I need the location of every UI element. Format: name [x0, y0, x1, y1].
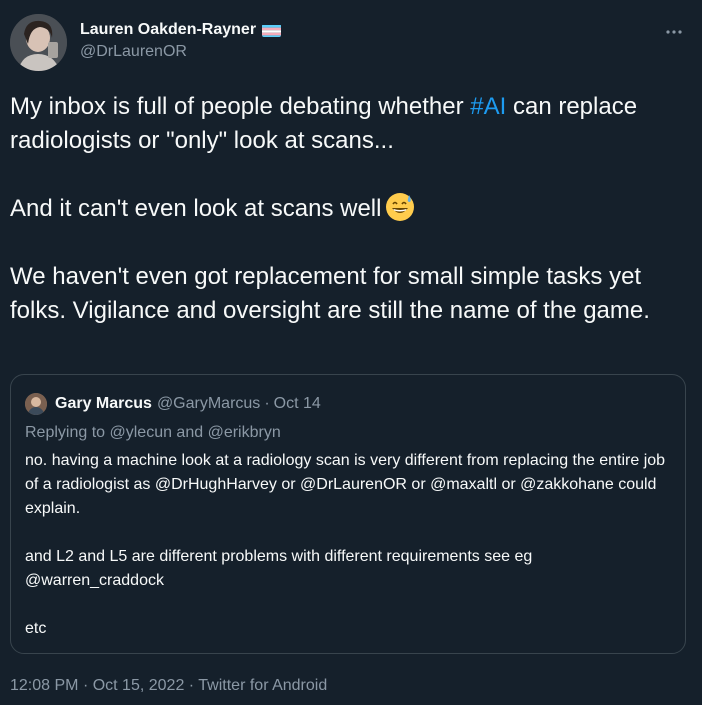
- tweet-time[interactable]: 12:08 PM: [10, 677, 78, 694]
- tweet-header: Lauren Oakden-Rayner @DrLaurenOR: [10, 14, 692, 72]
- tweet-paragraph-3: We haven't even got replacement for smal…: [10, 263, 650, 324]
- quoted-tweet[interactable]: Gary Marcus @GaryMarcus · Oct 14 Replyin…: [10, 374, 686, 654]
- quoted-author-handle: @GaryMarcus: [156, 395, 261, 412]
- separator-dot: ·: [264, 395, 270, 412]
- tweet-container: Lauren Oakden-Rayner @DrLaurenOR My inbo…: [0, 0, 702, 705]
- quoted-tweet-header: Gary Marcus @GaryMarcus · Oct 14: [25, 393, 321, 415]
- separator-dot: ·: [188, 677, 195, 694]
- quoted-paragraph-2: and L2 and L5 are different problems wit…: [25, 548, 533, 589]
- author-names: Lauren Oakden-Rayner @DrLaurenOR: [80, 20, 282, 62]
- author-handle[interactable]: @DrLaurenOR: [80, 42, 281, 62]
- tweet-paragraph-1: My inbox is full of people debating whet…: [10, 93, 638, 154]
- quoted-paragraph-1: no. having a machine look at a radiology…: [25, 452, 666, 517]
- hashtag-link[interactable]: #AI: [470, 93, 506, 120]
- tweet-metadata: 12:08 PM · Oct 15, 2022 · Twitter for An…: [10, 676, 327, 696]
- avatar-image-icon: [10, 14, 67, 71]
- more-options-icon[interactable]: [662, 20, 686, 38]
- separator-dot: ·: [82, 677, 89, 694]
- quoted-paragraph-3: etc: [25, 620, 47, 637]
- quoted-tweet-date: Oct 14: [273, 395, 321, 412]
- tweet-date[interactable]: Oct 15, 2022: [93, 677, 185, 694]
- tweet-source[interactable]: Twitter for Android: [198, 677, 327, 694]
- transgender-flag-icon: [262, 24, 282, 37]
- quoted-author-avatar: [25, 393, 47, 415]
- quoted-author-name: Gary Marcus: [55, 395, 152, 412]
- tweet-paragraph-2: And it can't even look at scans well: [10, 192, 690, 226]
- grinning-sweat-emoji-icon: [385, 192, 415, 222]
- author-avatar[interactable]: [10, 14, 67, 71]
- replying-to-text: Replying to @ylecun and @erikbryn: [25, 424, 281, 441]
- tweet-text: My inbox is full of people debating whet…: [10, 90, 690, 328]
- quoted-tweet-text: no. having a machine look at a radiology…: [25, 449, 675, 641]
- author-display-name[interactable]: Lauren Oakden-Rayner: [80, 20, 256, 40]
- author-display-name-row[interactable]: Lauren Oakden-Rayner: [80, 20, 282, 40]
